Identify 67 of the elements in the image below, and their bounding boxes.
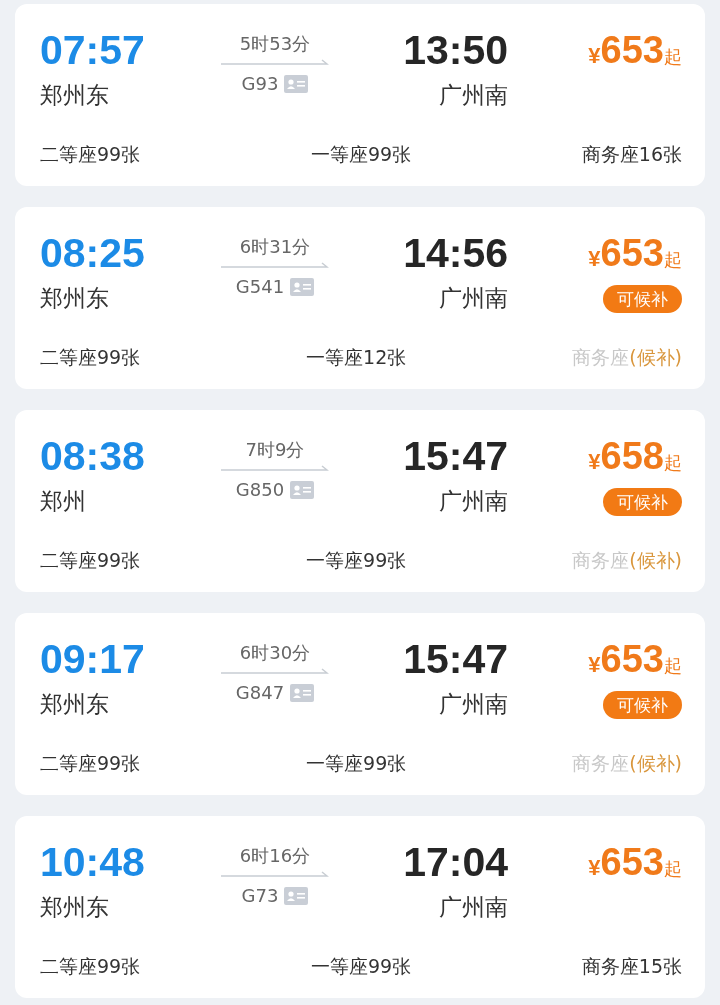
currency-sign: ¥ — [588, 855, 601, 881]
seat-availability: 商务座16张 — [581, 142, 682, 167]
seat-availability: 商务座15张 — [581, 954, 682, 979]
seat-availability: 二等座99张 — [40, 142, 141, 167]
seat-availability: 一等座99张 — [306, 751, 407, 776]
currency-sign: ¥ — [588, 449, 601, 475]
arrival-time: 15:47 — [403, 635, 508, 683]
seat-availability: 二等座99张 — [40, 345, 141, 370]
trip-duration: 5时53分 — [239, 32, 311, 56]
seat-availability: 一等座12张 — [306, 345, 407, 370]
price-suffix: 起 — [664, 858, 682, 881]
id-card-icon — [290, 277, 315, 296]
arrival-time: 14:56 — [403, 229, 508, 277]
trip-duration: 6时30分 — [239, 641, 311, 665]
arrival-time: 15:47 — [403, 432, 508, 480]
arrival-station: 广州南 — [439, 487, 508, 516]
waitlist-status: (候补) — [629, 752, 682, 774]
departure-time: 09:17 — [40, 635, 146, 683]
price-suffix: 起 — [664, 46, 682, 69]
train-number: G73 — [241, 885, 279, 906]
price-suffix: 起 — [664, 249, 682, 272]
waitlist-status: (候补) — [629, 346, 682, 368]
arrival-station: 广州南 — [439, 284, 508, 313]
departure-station: 郑州东 — [40, 81, 110, 110]
ticket-price: 653 — [600, 840, 664, 884]
currency-sign: ¥ — [588, 246, 601, 272]
seat-availability: 一等座99张 — [306, 548, 407, 573]
train-number: G850 — [235, 479, 285, 500]
arrival-time: 17:04 — [403, 838, 508, 886]
departure-station: 郑州东 — [40, 690, 110, 719]
train-card[interactable]: 07:57 郑州东 5时53分 G93 13:50 广州南 ¥653起 二等座99张 一等座99张 商务座16张 — [15, 4, 705, 186]
waitlist-status: (候补) — [629, 549, 682, 571]
seat-availability: 一等座99张 — [310, 142, 412, 167]
seat-availability: 二等座99张 — [40, 954, 141, 979]
departure-time: 07:57 — [40, 26, 146, 74]
trip-duration: 7时9分 — [245, 438, 305, 462]
currency-sign: ¥ — [588, 652, 601, 678]
price-suffix: 起 — [664, 655, 682, 678]
arrival-station: 广州南 — [439, 81, 508, 110]
arrival-station: 广州南 — [439, 690, 508, 719]
id-card-icon — [290, 683, 315, 702]
seat-availability: 二等座99张 — [40, 751, 141, 776]
id-card-icon — [284, 74, 309, 93]
train-number: G847 — [235, 682, 285, 703]
arrival-time: 13:50 — [403, 26, 508, 74]
trip-duration: 6时16分 — [239, 844, 311, 868]
train-number: G541 — [235, 276, 285, 297]
id-card-icon — [290, 480, 315, 499]
train-number: G93 — [241, 73, 279, 94]
ticket-price: 653 — [600, 231, 664, 275]
seat-availability: 二等座99张 — [40, 548, 141, 573]
departure-station: 郑州 — [40, 487, 87, 516]
arrival-station: 广州南 — [439, 893, 508, 922]
price-suffix: 起 — [664, 452, 682, 475]
departure-time: 10:48 — [40, 838, 146, 886]
id-card-icon — [284, 886, 309, 905]
departure-station: 郑州东 — [40, 893, 110, 922]
departure-time: 08:25 — [40, 229, 146, 277]
departure-time: 08:38 — [40, 432, 146, 480]
currency-sign: ¥ — [588, 43, 601, 69]
train-card[interactable]: 10:48 郑州东 6时16分 G73 17:04 广州南 ¥653起 二等座99张 一等座99张 商务座15张 — [15, 816, 705, 998]
trip-duration: 6时31分 — [239, 235, 311, 259]
departure-station: 郑州东 — [40, 284, 110, 313]
ticket-price: 653 — [600, 637, 664, 681]
ticket-price: 653 — [600, 28, 664, 72]
ticket-price: 658 — [600, 434, 664, 478]
seat-availability: 一等座99张 — [310, 954, 412, 979]
